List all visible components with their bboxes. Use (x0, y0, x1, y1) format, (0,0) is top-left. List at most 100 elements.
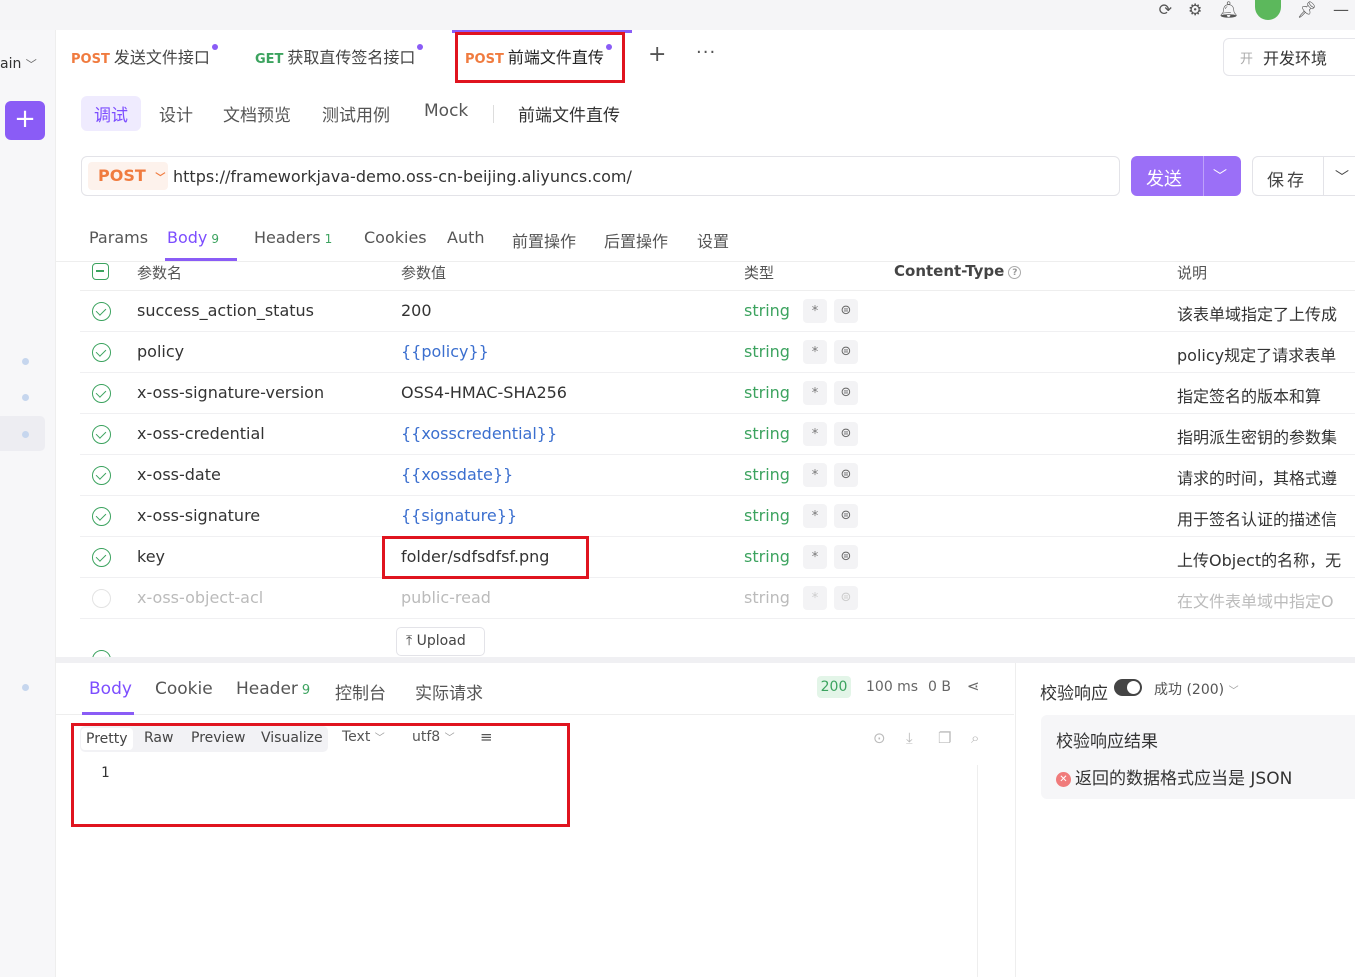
param-value[interactable]: {{xossdate}} (401, 465, 513, 484)
tree-node-dot[interactable] (22, 684, 29, 691)
table-row[interactable]: x-oss-credential {{xosscredential}} string… (80, 414, 1355, 455)
param-name[interactable]: x-oss-signature (137, 506, 260, 525)
tree-node-dot[interactable] (22, 431, 29, 438)
required-toggle[interactable]: * (803, 545, 827, 569)
table-row[interactable]: x-oss-date {{xossdate}} string * ⊜ 请求的时间，其格式遵 (80, 455, 1355, 496)
sync-icon[interactable]: ⟳ (1159, 2, 1172, 18)
param-value[interactable]: {{xosscredential}} (401, 424, 557, 443)
editor-scrollbar[interactable] (977, 765, 978, 977)
tab-mock[interactable]: Mock (424, 101, 468, 121)
tab-get-signature[interactable]: GET 获取直传签名接口 (255, 44, 424, 70)
environment-selector[interactable]: 开 开发环境 (1223, 38, 1355, 76)
param-name[interactable]: x-oss-object-acl (137, 588, 263, 607)
tab-resp-console[interactable]: 控制台 (335, 679, 386, 704)
required-toggle[interactable]: * (803, 299, 827, 323)
param-value[interactable]: {{policy}} (401, 342, 489, 361)
download-icon[interactable]: ⤓ (906, 729, 913, 747)
tab-design[interactable]: 设计 (159, 101, 193, 126)
tab-resp-body[interactable]: Body (89, 679, 132, 699)
param-desc[interactable]: 上传Object的名称，无 (1177, 547, 1341, 571)
param-desc[interactable]: 在文件表单域中指定O (1177, 588, 1334, 612)
tab-send-file[interactable]: POST 发送文件接口 (71, 44, 218, 70)
param-settings-icon[interactable]: ⊜ (834, 422, 858, 446)
row-checkbox[interactable] (92, 589, 111, 608)
avatar[interactable] (1254, 0, 1281, 20)
param-type[interactable]: string (744, 424, 790, 443)
select-all-checkbox[interactable] (92, 263, 109, 280)
row-checkbox[interactable] (92, 302, 111, 321)
tab-body[interactable]: Body 9 (167, 228, 219, 247)
tab-resp-cookie[interactable]: Cookie (155, 679, 213, 699)
table-row[interactable]: key folder/sdfsdfsf.png string * ⊜ 上传Object的名… (80, 537, 1355, 578)
param-desc[interactable]: policy规定了请求表单 (1177, 342, 1336, 366)
param-settings-icon[interactable]: ⊜ (834, 463, 858, 487)
tab-post-ops[interactable]: 后置操作 (604, 228, 668, 252)
param-type[interactable]: string (744, 506, 790, 525)
param-type[interactable]: string (744, 588, 790, 607)
param-settings-icon[interactable]: ⊜ (834, 545, 858, 569)
param-name[interactable]: x-oss-date (137, 465, 221, 484)
param-name[interactable]: success_action_status (137, 301, 314, 320)
param-type[interactable]: string (744, 547, 790, 566)
send-button[interactable]: 发送 ﹀ (1131, 156, 1241, 196)
param-type[interactable]: string (744, 383, 790, 402)
tab-params[interactable]: Params (89, 228, 148, 247)
table-row[interactable]: x-oss-object-acl public-read string * ⊜ 在文件表单… (80, 578, 1355, 619)
save-button[interactable]: 保存 ﹀ (1252, 156, 1355, 196)
new-tab-button[interactable]: + (648, 42, 666, 67)
param-value[interactable]: public-read (401, 588, 491, 607)
table-row[interactable]: x-oss-signature-version OSS4-HMAC-SHA256 s… (80, 373, 1355, 414)
param-type[interactable]: string (744, 301, 790, 320)
share-icon[interactable]: ⋖ (967, 677, 980, 695)
param-settings-icon[interactable]: ⊜ (834, 299, 858, 323)
chevron-down-icon[interactable]: ﹀ (1335, 167, 1349, 187)
copy-icon[interactable]: ❐ (938, 729, 951, 747)
row-checkbox[interactable] (92, 650, 111, 657)
upload-circle-icon[interactable]: ⊙ (873, 729, 886, 747)
param-desc[interactable]: 该表单域指定了上传成 (1177, 301, 1337, 325)
table-row[interactable]: policy {{policy}} string * ⊜ policy规定了请求表单 (80, 332, 1355, 373)
param-desc[interactable]: 请求的时间，其格式遵 (1177, 465, 1337, 489)
required-toggle[interactable]: * (803, 463, 827, 487)
param-type[interactable]: string (744, 342, 790, 361)
param-name[interactable]: x-oss-signature-version (137, 383, 324, 402)
url-input[interactable]: https://frameworkjava-demo.oss-cn-beijin… (173, 167, 632, 186)
tab-docs[interactable]: 文档预览 (223, 101, 291, 126)
pin-icon[interactable]: 📌︎ (1297, 2, 1317, 18)
bell-icon[interactable]: 🔔︎ (1218, 2, 1238, 18)
param-type[interactable]: string (744, 465, 790, 484)
row-checkbox[interactable] (92, 466, 111, 485)
param-desc[interactable]: 用于签名认证的描述信 (1177, 506, 1337, 530)
row-checkbox[interactable] (92, 425, 111, 444)
required-toggle[interactable]: * (803, 422, 827, 446)
param-name[interactable]: key (137, 547, 165, 566)
row-checkbox[interactable] (92, 548, 111, 567)
table-row[interactable]: x-oss-signature {{signature}} string * ⊜ 用于签名… (80, 496, 1355, 537)
search-icon[interactable]: ⌕ (971, 729, 979, 747)
param-value[interactable]: OSS4-HMAC-SHA256 (401, 383, 567, 402)
tab-pre-ops[interactable]: 前置操作 (512, 228, 576, 252)
validation-select[interactable]: 成功 (200) ﹀ (1154, 679, 1239, 699)
add-button[interactable]: + (5, 101, 45, 140)
param-settings-icon[interactable]: ⊜ (834, 381, 858, 405)
param-desc[interactable]: 指定签名的版本和算 (1177, 383, 1321, 407)
tab-cookies[interactable]: Cookies (364, 228, 427, 247)
validation-toggle[interactable] (1114, 679, 1142, 696)
tab-resp-actual[interactable]: 实际请求 (415, 679, 483, 704)
param-settings-icon[interactable]: ⊜ (834, 340, 858, 364)
param-settings-icon[interactable]: ⊜ (834, 586, 858, 610)
tab-headers[interactable]: Headers 1 (254, 228, 332, 247)
param-name[interactable]: x-oss-credential (137, 424, 265, 443)
param-value[interactable]: 200 (401, 301, 432, 320)
tree-node-dot[interactable] (22, 358, 29, 365)
tab-debug[interactable]: 调试 (81, 96, 141, 131)
tab-auth[interactable]: Auth (447, 228, 485, 247)
row-checkbox[interactable] (92, 384, 111, 403)
required-toggle[interactable]: * (803, 381, 827, 405)
method-select[interactable]: POST ﹀ (88, 162, 168, 190)
required-toggle[interactable]: * (803, 504, 827, 528)
help-icon[interactable]: ? (1008, 266, 1022, 279)
gear-icon[interactable]: ⚙ (1188, 2, 1202, 18)
required-toggle[interactable]: * (803, 586, 827, 610)
minimize-icon[interactable]: — (1333, 2, 1349, 18)
